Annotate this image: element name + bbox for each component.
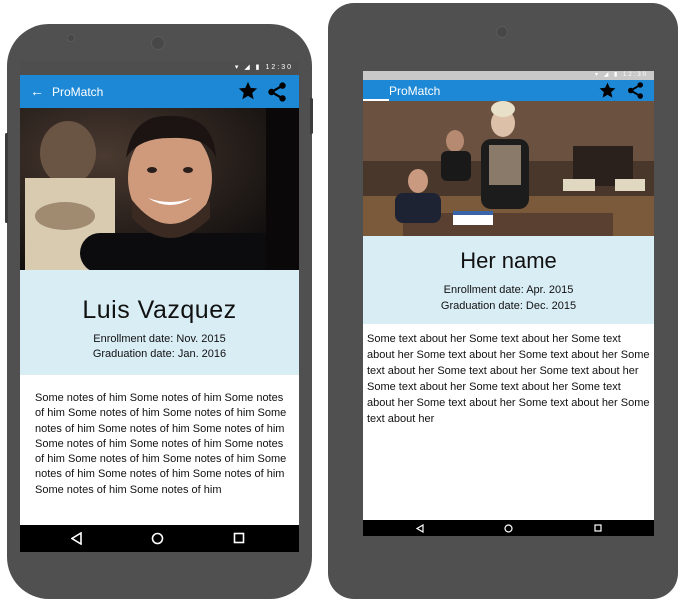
notes-text: Some notes of him Some notes of him Some… xyxy=(35,392,287,496)
nav-back-icon[interactable] xyxy=(71,532,83,545)
nav-recents-icon[interactable] xyxy=(594,524,602,532)
profile-photo xyxy=(363,101,654,236)
graduation-date: Graduation date: Jan. 2016 xyxy=(92,348,227,360)
earpiece-speaker xyxy=(496,26,508,38)
left-phone-screen: ▾ ◢ ▮ 12:30 ← ProMatch Luis Vazquez Enro… xyxy=(20,61,299,552)
back-arrow-icon[interactable]: ← xyxy=(30,83,44,99)
front-camera xyxy=(67,34,75,42)
nav-recents-icon[interactable] xyxy=(233,532,245,544)
profile-photo-illustration xyxy=(363,101,654,236)
graduation-date: Graduation date: Dec. 2015 xyxy=(440,300,577,312)
person-name: Her name xyxy=(460,248,557,273)
left-phone-side-button-right xyxy=(310,98,313,134)
nav-home-icon[interactable] xyxy=(151,532,164,545)
enrollment-date: Enrollment date: Nov. 2015 xyxy=(93,333,226,345)
nav-back-icon[interactable] xyxy=(416,524,424,533)
earpiece-speaker xyxy=(151,36,165,50)
share-icon[interactable] xyxy=(266,81,288,103)
star-icon[interactable] xyxy=(237,80,259,102)
share-icon[interactable] xyxy=(626,81,645,100)
nav-home-icon[interactable] xyxy=(504,524,513,533)
status-bar: ▾ ◢ ▮ 12:30 xyxy=(363,71,654,80)
person-name: Luis Vazquez xyxy=(82,296,237,324)
status-time: 12:30 xyxy=(622,72,648,78)
profile-photo xyxy=(20,108,299,270)
star-icon[interactable] xyxy=(598,81,617,100)
navigation-bar xyxy=(363,520,654,536)
left-phone-side-button-left xyxy=(5,133,8,223)
app-bar: ← ProMatch xyxy=(20,75,299,108)
profile-photo-illustration xyxy=(20,108,299,270)
status-time: 12:30 xyxy=(265,64,293,71)
right-phone-screen: ▾ ◢ ▮ 12:30 ProMatch Her name Enrollment… xyxy=(363,71,654,536)
status-icons: ▾ ◢ ▮ 12:30 xyxy=(234,64,293,71)
profile-header: Luis Vazquez Enrollment date: Nov. 2015 … xyxy=(20,270,299,375)
status-icons: ▾ ◢ ▮ 12:30 xyxy=(595,72,648,78)
app-title: ProMatch xyxy=(52,85,104,99)
profile-header: Her name Enrollment date: Apr. 2015 Grad… xyxy=(363,236,654,324)
navigation-bar xyxy=(20,525,299,552)
notes-text: Some text about her Some text about her … xyxy=(367,333,650,425)
status-bar: ▾ ◢ ▮ 12:30 xyxy=(20,61,299,75)
enrollment-date: Enrollment date: Apr. 2015 xyxy=(443,284,574,296)
app-bar: ProMatch xyxy=(363,80,654,101)
app-title: ProMatch xyxy=(389,84,441,98)
